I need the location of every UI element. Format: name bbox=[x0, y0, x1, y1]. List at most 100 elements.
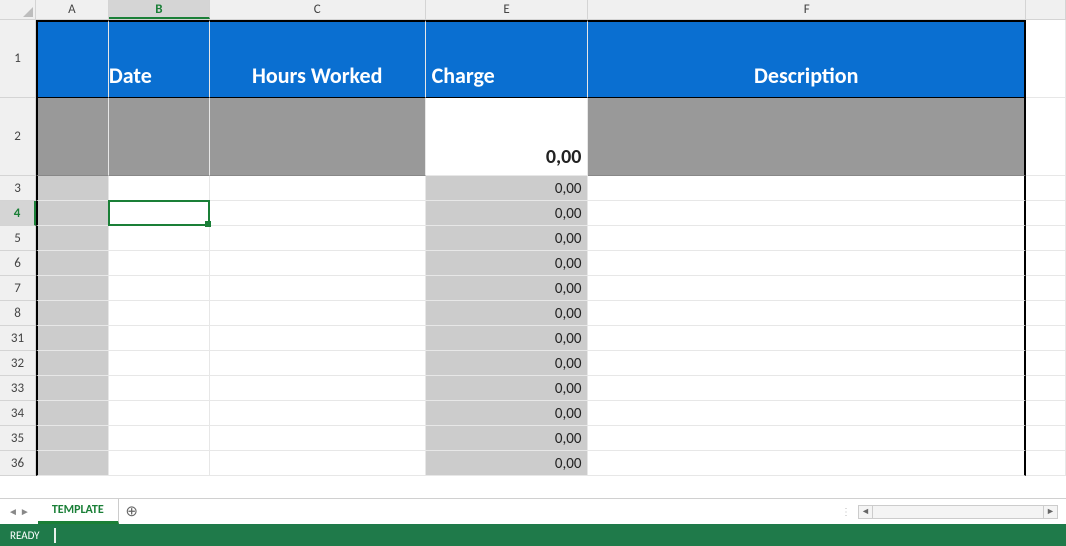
cell-C34[interactable] bbox=[210, 401, 426, 426]
cell-B8[interactable] bbox=[109, 301, 210, 326]
cell-A35[interactable] bbox=[36, 426, 109, 451]
row-header-34[interactable]: 34 bbox=[0, 401, 36, 426]
select-all-corner[interactable] bbox=[0, 0, 36, 19]
cell-G5[interactable] bbox=[1026, 226, 1066, 251]
cell-C1-hours[interactable]: Hours Worked bbox=[210, 20, 426, 98]
cell-E35[interactable]: 0,00 bbox=[426, 426, 589, 451]
row-header-35[interactable]: 35 bbox=[0, 426, 36, 451]
column-header-C[interactable]: C bbox=[210, 0, 426, 19]
row-header-5[interactable]: 5 bbox=[0, 226, 36, 251]
cell-A33[interactable] bbox=[36, 376, 109, 401]
cell-F36[interactable] bbox=[588, 451, 1026, 476]
cell-A31[interactable] bbox=[36, 326, 109, 351]
cell-F34[interactable] bbox=[588, 401, 1026, 426]
row-header-7[interactable]: 7 bbox=[0, 276, 36, 301]
cell-C5[interactable] bbox=[210, 226, 426, 251]
cell-B36[interactable] bbox=[109, 451, 210, 476]
cell-A2[interactable] bbox=[36, 98, 109, 176]
cell-G4[interactable] bbox=[1026, 201, 1066, 226]
column-header-E[interactable]: E bbox=[426, 0, 589, 19]
cell-C33[interactable] bbox=[210, 376, 426, 401]
cell-G1[interactable] bbox=[1026, 20, 1066, 98]
cell-E31[interactable]: 0,00 bbox=[426, 326, 589, 351]
spreadsheet-grid[interactable]: A B C E F 1 Date Hours Worked Charge Des… bbox=[0, 0, 1066, 498]
cell-E8[interactable]: 0,00 bbox=[426, 301, 589, 326]
cell-F7[interactable] bbox=[588, 276, 1026, 301]
row-header-1[interactable]: 1 bbox=[0, 20, 36, 98]
cell-E5[interactable]: 0,00 bbox=[426, 226, 589, 251]
cell-C7[interactable] bbox=[210, 276, 426, 301]
cell-F32[interactable] bbox=[588, 351, 1026, 376]
cell-B3[interactable] bbox=[109, 176, 210, 201]
cell-G7[interactable] bbox=[1026, 276, 1066, 301]
cell-A5[interactable] bbox=[36, 226, 109, 251]
cell-C4[interactable] bbox=[210, 201, 426, 226]
cell-B4[interactable] bbox=[109, 201, 210, 226]
cell-E32[interactable]: 0,00 bbox=[426, 351, 589, 376]
cell-B35[interactable] bbox=[109, 426, 210, 451]
column-header-blank[interactable] bbox=[1026, 0, 1066, 19]
cell-F4[interactable] bbox=[588, 201, 1026, 226]
cell-C2[interactable] bbox=[210, 98, 426, 176]
column-header-A[interactable]: A bbox=[36, 0, 109, 19]
column-header-B[interactable]: B bbox=[109, 0, 210, 19]
cell-A4[interactable] bbox=[36, 201, 109, 226]
cell-B7[interactable] bbox=[109, 276, 210, 301]
sheet-tab-template[interactable]: TEMPLATE bbox=[38, 499, 119, 524]
row-header-36[interactable]: 36 bbox=[0, 451, 36, 476]
row-header-31[interactable]: 31 bbox=[0, 326, 36, 351]
cell-E33[interactable]: 0,00 bbox=[426, 376, 589, 401]
column-header-F[interactable]: F bbox=[588, 0, 1026, 19]
cell-F5[interactable] bbox=[588, 226, 1026, 251]
cell-F6[interactable] bbox=[588, 251, 1026, 276]
cell-G2[interactable] bbox=[1026, 98, 1066, 176]
cell-E2-total[interactable]: 0,00 bbox=[426, 98, 589, 176]
cell-E4[interactable]: 0,00 bbox=[426, 201, 589, 226]
cell-B1-date[interactable]: Date bbox=[109, 20, 210, 98]
cell-G36[interactable] bbox=[1026, 451, 1066, 476]
cell-B31[interactable] bbox=[109, 326, 210, 351]
cell-F1-description[interactable]: Description bbox=[588, 20, 1026, 98]
cell-C35[interactable] bbox=[210, 426, 426, 451]
row-header-32[interactable]: 32 bbox=[0, 351, 36, 376]
cell-B32[interactable] bbox=[109, 351, 210, 376]
cell-E3[interactable]: 0,00 bbox=[426, 176, 589, 201]
cell-E1-charge[interactable]: Charge bbox=[426, 20, 589, 98]
cell-B6[interactable] bbox=[109, 251, 210, 276]
row-header-4[interactable]: 4 bbox=[0, 201, 36, 226]
cell-F2[interactable] bbox=[588, 98, 1026, 176]
cell-C8[interactable] bbox=[210, 301, 426, 326]
scroll-right-icon[interactable]: ► bbox=[1043, 506, 1057, 518]
tab-nav-prev-icon[interactable]: ◄ bbox=[8, 505, 18, 518]
cell-G3[interactable] bbox=[1026, 176, 1066, 201]
row-header-3[interactable]: 3 bbox=[0, 176, 36, 201]
macro-record-icon[interactable] bbox=[54, 529, 56, 542]
row-header-6[interactable]: 6 bbox=[0, 251, 36, 276]
cell-E36[interactable]: 0,00 bbox=[426, 451, 589, 476]
cell-G32[interactable] bbox=[1026, 351, 1066, 376]
tab-nav-next-icon[interactable]: ► bbox=[20, 505, 30, 518]
cell-G8[interactable] bbox=[1026, 301, 1066, 326]
cell-A6[interactable] bbox=[36, 251, 109, 276]
row-header-2[interactable]: 2 bbox=[0, 98, 36, 176]
cell-A3[interactable] bbox=[36, 176, 109, 201]
cell-A7[interactable] bbox=[36, 276, 109, 301]
cell-C6[interactable] bbox=[210, 251, 426, 276]
horizontal-scrollbar[interactable]: ◄ ► bbox=[858, 505, 1058, 519]
cell-A1[interactable] bbox=[36, 20, 109, 98]
cell-A36[interactable] bbox=[36, 451, 109, 476]
cell-C31[interactable] bbox=[210, 326, 426, 351]
row-header-8[interactable]: 8 bbox=[0, 301, 36, 326]
row-header-33[interactable]: 33 bbox=[0, 376, 36, 401]
cell-G31[interactable] bbox=[1026, 326, 1066, 351]
cell-B34[interactable] bbox=[109, 401, 210, 426]
cell-F31[interactable] bbox=[588, 326, 1026, 351]
cell-A8[interactable] bbox=[36, 301, 109, 326]
cell-G33[interactable] bbox=[1026, 376, 1066, 401]
cell-E6[interactable]: 0,00 bbox=[426, 251, 589, 276]
cell-E7[interactable]: 0,00 bbox=[426, 276, 589, 301]
cell-B2[interactable] bbox=[109, 98, 210, 176]
cell-F35[interactable] bbox=[588, 426, 1026, 451]
cell-B5[interactable] bbox=[109, 226, 210, 251]
cell-F8[interactable] bbox=[588, 301, 1026, 326]
